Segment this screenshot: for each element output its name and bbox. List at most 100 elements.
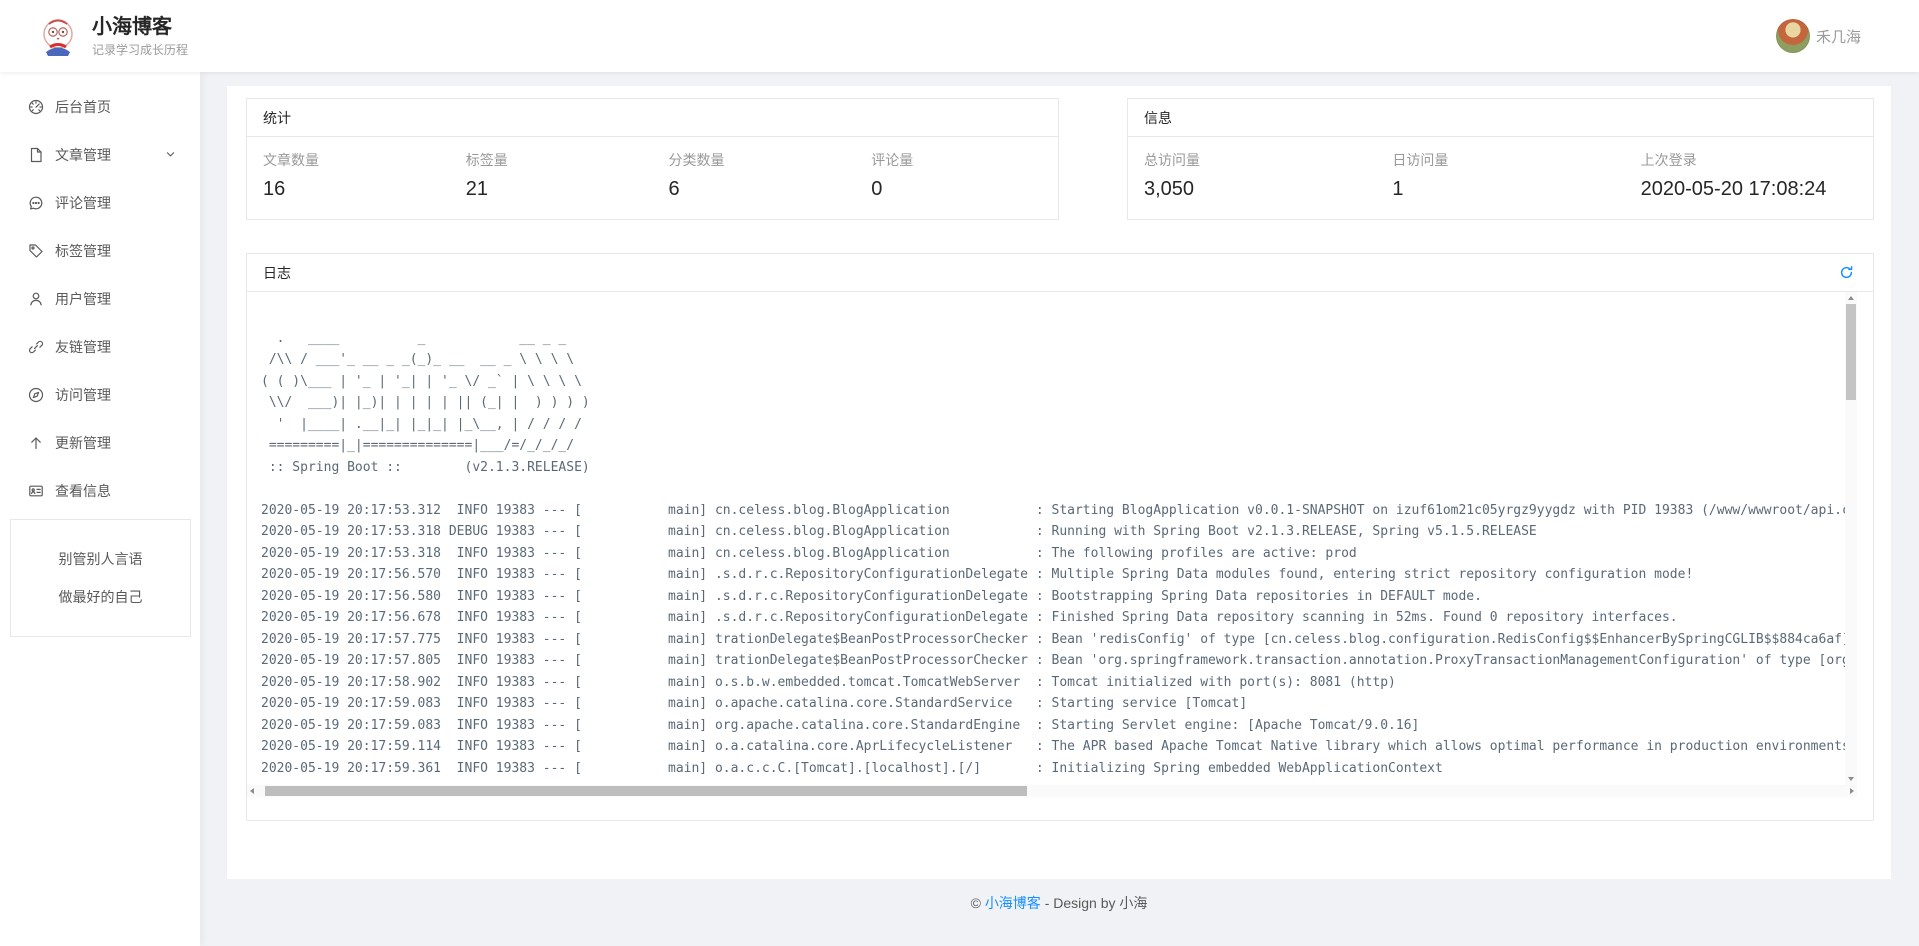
sidebar-item-tags[interactable]: 标签管理 (0, 227, 200, 275)
log-line: 2020-05-19 20:17:53.312 INFO 19383 --- [… (261, 500, 1845, 522)
stat-value: 6 (669, 178, 856, 201)
stat-value: 16 (263, 178, 450, 201)
stat-label: 上次登录 (1641, 150, 1873, 170)
vertical-scrollbar[interactable] (1845, 292, 1857, 785)
log-blank-line (261, 306, 1845, 328)
sidebar-item-dashboard[interactable]: 后台首页 (0, 83, 200, 131)
comment-icon (28, 195, 44, 211)
log-line: 2020-05-19 20:17:53.318 DEBUG 19383 --- … (261, 521, 1845, 543)
sidebar-item-label: 友链管理 (55, 337, 111, 357)
user-name: 禾几海 (1816, 26, 1861, 47)
stat-label: 标签量 (466, 150, 653, 170)
sidebar-item-view-info[interactable]: 查看信息 (0, 467, 200, 515)
log-line: 2020-05-19 20:17:56.678 INFO 19383 --- [… (261, 607, 1845, 629)
info-card: 信息 总访问量 3,050 日访问量 1 上次登录 2020-05-20 17: (1127, 98, 1874, 220)
scroll-down-arrow-icon[interactable] (1848, 777, 1854, 781)
stat-tag-count: 标签量 21 (450, 150, 653, 201)
page-body: 后台首页 文章管理 评论管理 (0, 72, 1919, 946)
statistics-card: 统计 文章数量 16 标签量 21 分类数量 6 (246, 98, 1059, 220)
stat-article-count: 文章数量 16 (247, 150, 450, 201)
site-logo-icon (36, 14, 80, 58)
main-area: 统计 文章数量 16 标签量 21 分类数量 6 (200, 72, 1919, 946)
sidebar-item-friend-links[interactable]: 友链管理 (0, 323, 200, 371)
footer-site-link[interactable]: 小海博客 (985, 895, 1041, 911)
idcard-icon (28, 483, 44, 499)
arrow-up-icon (28, 435, 44, 451)
statistics-card-body: 文章数量 16 标签量 21 分类数量 6 评论量 (247, 137, 1058, 219)
stat-value: 21 (466, 178, 653, 201)
sidebar: 后台首页 文章管理 评论管理 (0, 72, 200, 946)
footer-copyright: © (971, 895, 985, 911)
logo-area: 小海博客 记录学习成长历程 (0, 14, 188, 58)
sidebar-item-label: 用户管理 (55, 289, 111, 309)
info-card-title: 信息 (1128, 99, 1873, 137)
stat-last-login: 上次登录 2020-05-20 17:08:24 (1625, 150, 1873, 201)
stat-label: 日访问量 (1392, 150, 1624, 170)
scroll-up-arrow-icon[interactable] (1848, 296, 1854, 300)
sidebar-item-users[interactable]: 用户管理 (0, 275, 200, 323)
article-icon (28, 147, 44, 163)
scroll-right-arrow-icon[interactable] (1850, 788, 1854, 794)
spring-banner-line: /\\ / ___'_ __ _ _(_)_ __ __ _ \ \ \ \ (261, 349, 1845, 371)
spring-banner-line: ( ( )\___ | '_ | '_| | '_ \/ _` | \ \ \ … (261, 371, 1845, 393)
dashboard-icon (28, 99, 44, 115)
stat-comment-count: 评论量 0 (855, 150, 1058, 201)
sidebar-item-comments[interactable]: 评论管理 (0, 179, 200, 227)
sidebar-item-label: 标签管理 (55, 241, 111, 261)
motto-box: 别管别人言语 做最好的自己 (10, 519, 191, 637)
refresh-log-button[interactable] (1839, 264, 1857, 282)
user-menu[interactable]: 禾几海 (1776, 19, 1919, 53)
stat-label: 评论量 (871, 150, 1058, 170)
stat-value: 2020-05-20 17:08:24 (1641, 178, 1873, 201)
log-line: 2020-05-19 20:17:59.361 INFO 19383 --- [… (261, 758, 1845, 780)
sidebar-item-label: 查看信息 (55, 481, 111, 501)
info-card-body: 总访问量 3,050 日访问量 1 上次登录 2020-05-20 17:08:… (1128, 137, 1873, 219)
log-output: . ____ _ __ _ _ /\\ / ___'_ __ _ _(_)_ _… (247, 292, 1845, 785)
sidebar-item-label: 访问管理 (55, 385, 111, 405)
sidebar-item-articles[interactable]: 文章管理 (0, 131, 200, 179)
log-card-title: 日志 (263, 263, 291, 283)
top-cards-row: 统计 文章数量 16 标签量 21 分类数量 6 (246, 98, 1874, 220)
stat-daily-visits: 日访问量 1 (1376, 150, 1624, 201)
link-icon (28, 339, 44, 355)
user-icon (28, 291, 44, 307)
app-header: 小海博客 记录学习成长历程 禾几海 (0, 0, 1919, 72)
sidebar-item-label: 更新管理 (55, 433, 111, 453)
log-viewport: . ____ _ __ _ _ /\\ / ___'_ __ _ _(_)_ _… (247, 292, 1857, 797)
motto-line-1: 别管别人言语 (11, 540, 190, 578)
log-line: 2020-05-19 20:17:57.805 INFO 19383 --- [… (261, 650, 1845, 672)
log-line: 2020-05-19 20:17:58.902 INFO 19383 --- [… (261, 672, 1845, 694)
refresh-icon (1839, 265, 1854, 280)
user-avatar[interactable] (1776, 19, 1810, 53)
spring-banner-line: =========|_|==============|___/=/_/_/_/ (261, 435, 1845, 457)
stat-label: 总访问量 (1144, 150, 1376, 170)
footer-suffix: - Design by 小海 (1041, 895, 1148, 911)
spring-banner-line: ' |____| .__|_| |_|_| |_\__, | / / / / (261, 414, 1845, 436)
sidebar-item-label: 后台首页 (55, 97, 111, 117)
sidebar-menu: 后台首页 文章管理 评论管理 (0, 72, 200, 515)
statistics-card-title: 统计 (247, 99, 1058, 137)
vertical-scrollbar-thumb[interactable] (1846, 304, 1856, 400)
log-line: 2020-05-19 20:17:57.775 INFO 19383 --- [… (261, 629, 1845, 651)
horizontal-scrollbar[interactable] (247, 785, 1857, 797)
log-line: 2020-05-19 20:17:56.570 INFO 19383 --- [… (261, 564, 1845, 586)
motto-line-2: 做最好的自己 (11, 578, 190, 616)
stat-label: 分类数量 (669, 150, 856, 170)
site-subtitle: 记录学习成长历程 (92, 41, 188, 58)
tag-icon (28, 243, 44, 259)
chevron-down-icon (165, 147, 176, 163)
spring-banner-line: :: Spring Boot :: (v2.1.3.RELEASE) (261, 457, 1845, 479)
log-blank-line (261, 478, 1845, 500)
stat-value: 0 (871, 178, 1058, 201)
sidebar-item-visits[interactable]: 访问管理 (0, 371, 200, 419)
scroll-left-arrow-icon[interactable] (250, 788, 254, 794)
compass-icon (28, 387, 44, 403)
log-line: 2020-05-19 20:17:56.580 INFO 19383 --- [… (261, 586, 1845, 608)
spring-banner-line: \\/ ___)| |_)| | | | | || (_| | ) ) ) ) (261, 392, 1845, 414)
horizontal-scrollbar-thumb[interactable] (265, 786, 1027, 796)
content-panel: 统计 文章数量 16 标签量 21 分类数量 6 (227, 86, 1891, 879)
sidebar-item-updates[interactable]: 更新管理 (0, 419, 200, 467)
stat-total-visits: 总访问量 3,050 (1128, 150, 1376, 201)
log-line: 2020-05-19 20:17:59.083 INFO 19383 --- [… (261, 693, 1845, 715)
stat-category-count: 分类数量 6 (653, 150, 856, 201)
